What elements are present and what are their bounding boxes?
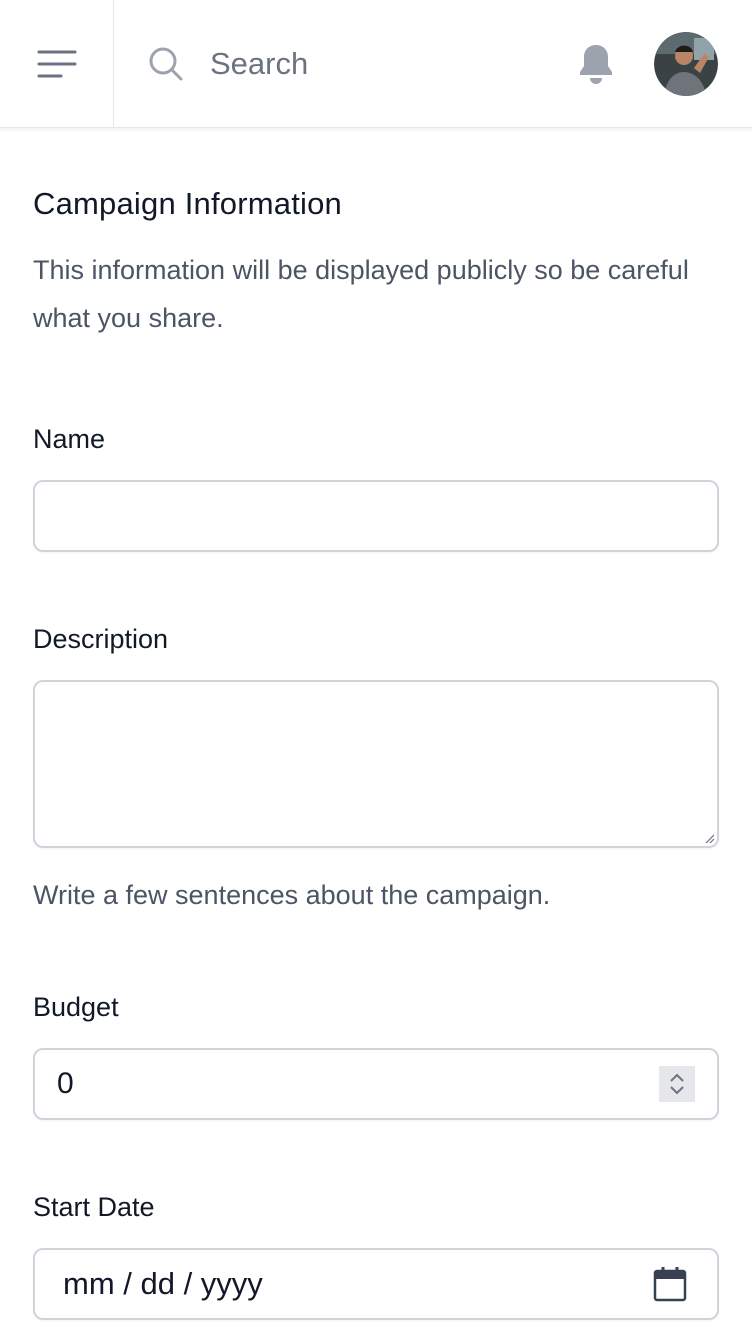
start-date-field[interactable]: mm / dd / yyyy bbox=[33, 1248, 719, 1320]
search-bar bbox=[114, 0, 574, 128]
name-label: Name bbox=[33, 424, 106, 454]
budget-label: Budget bbox=[33, 992, 119, 1022]
menu-icon bbox=[37, 50, 76, 77]
resize-handle-icon[interactable] bbox=[703, 832, 715, 844]
budget-input[interactable] bbox=[35, 1050, 717, 1118]
name-field-wrapper bbox=[33, 480, 719, 552]
top-navigation-bar bbox=[0, 0, 752, 128]
chevron-up-down-icon bbox=[670, 1073, 684, 1095]
description-hint: Write a few sentences about the campaign… bbox=[33, 880, 551, 910]
search-input[interactable] bbox=[210, 45, 530, 82]
description-label: Description bbox=[33, 624, 169, 654]
avatar[interactable] bbox=[654, 31, 718, 96]
bell-icon bbox=[580, 44, 612, 84]
name-input[interactable] bbox=[35, 482, 717, 550]
budget-stepper[interactable] bbox=[659, 1066, 695, 1102]
calendar-icon[interactable] bbox=[653, 1266, 687, 1302]
menu-button[interactable] bbox=[0, 0, 114, 128]
budget-field-wrapper bbox=[33, 1048, 719, 1120]
section-title: Campaign Information bbox=[33, 186, 342, 221]
search-icon bbox=[149, 47, 183, 80]
section-description: This information will be displayed publi… bbox=[33, 255, 689, 333]
start-date-label: Start Date bbox=[33, 1192, 155, 1222]
description-field-wrapper bbox=[33, 680, 719, 848]
notifications-button[interactable] bbox=[574, 42, 618, 86]
date-placeholder: mm / dd / yyyy bbox=[63, 1266, 263, 1301]
description-textarea[interactable] bbox=[35, 682, 717, 846]
